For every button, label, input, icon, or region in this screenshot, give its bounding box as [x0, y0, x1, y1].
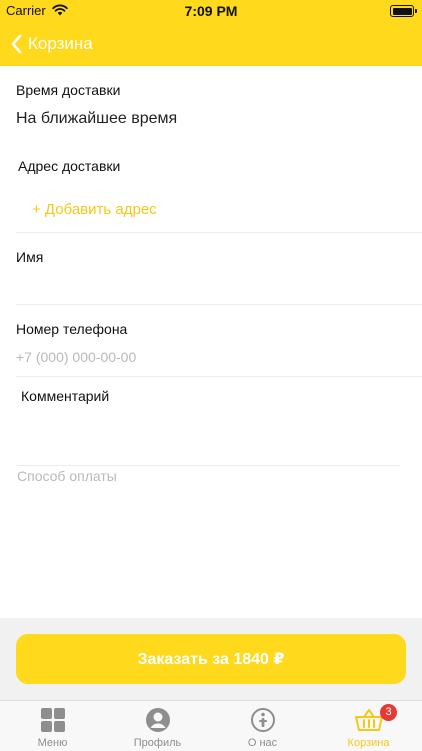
name-label: Имя: [16, 249, 44, 265]
tab-cart-label: Корзина: [347, 737, 390, 749]
comment-label: Комментарий: [21, 388, 110, 404]
tab-bar: Меню Профиль О нас 3 Корзина: [0, 700, 422, 751]
grid-icon: [40, 708, 65, 732]
back-button-label: Корзина: [28, 34, 93, 53]
order-button[interactable]: Заказать за 1840 ₽: [16, 634, 406, 684]
phone-label: Номер телефона: [16, 321, 128, 337]
add-address-button[interactable]: + Добавить адрес: [32, 201, 157, 218]
status-bar: Carrier 7:09 PM: [0, 0, 422, 22]
phone-input[interactable]: +7 (000) 000-00-00: [16, 349, 136, 365]
divider: [16, 232, 422, 233]
comment-input[interactable]: [16, 410, 400, 462]
payment-method-field[interactable]: Способ оплаты: [17, 468, 117, 484]
divider: [16, 465, 400, 466]
tab-about-label: О нас: [247, 737, 278, 749]
name-input[interactable]: [16, 270, 406, 300]
tab-about[interactable]: О нас: [210, 701, 315, 751]
chevron-left-icon: [11, 34, 22, 54]
info-icon: [250, 708, 275, 732]
delivery-address-label: Адрес доставки: [18, 158, 121, 174]
tab-cart[interactable]: 3 Корзина: [316, 701, 421, 751]
divider: [16, 304, 422, 305]
navigation-bar: Корзина: [0, 22, 422, 66]
profile-icon: [145, 708, 170, 732]
battery-icon: [390, 5, 417, 17]
basket-icon: [354, 709, 383, 731]
delivery-time-label: Время доставки: [16, 82, 121, 98]
cart-badge: 3: [380, 704, 397, 721]
delivery-time-value[interactable]: На ближайшее время: [16, 110, 177, 128]
order-panel: Заказать за 1840 ₽: [0, 618, 422, 700]
divider: [16, 376, 422, 377]
tab-menu-label: Меню: [37, 737, 68, 749]
clock: 7:09 PM: [184, 3, 238, 19]
tab-profile[interactable]: Профиль: [105, 701, 210, 751]
back-button[interactable]: Корзина: [10, 31, 120, 57]
tab-profile-label: Профиль: [133, 737, 182, 749]
tab-menu[interactable]: Меню: [0, 701, 105, 751]
